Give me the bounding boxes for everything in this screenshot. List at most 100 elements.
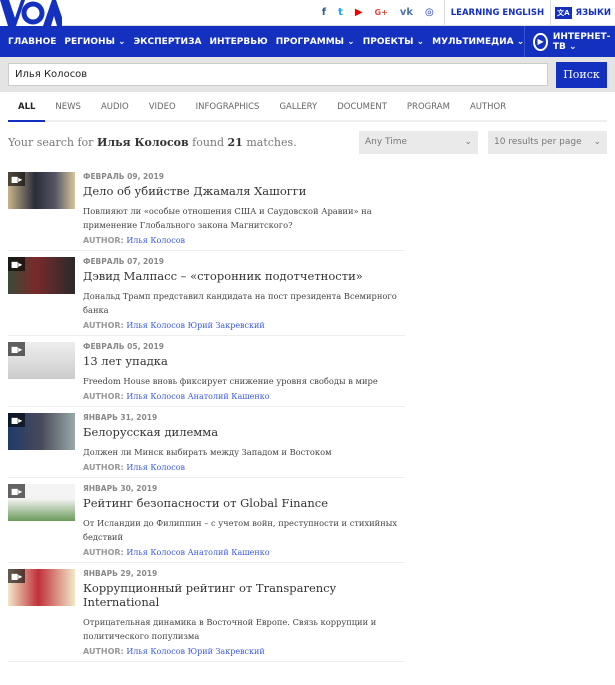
result-title[interactable]: Дело об убийстве Джамаля Хашогги bbox=[83, 184, 405, 198]
languages-button[interactable]: 文A ЯЗЫКИ bbox=[550, 0, 615, 26]
tab-infographics[interactable]: INFOGRAPHICS bbox=[186, 102, 270, 120]
summary-suffix: matches. bbox=[242, 135, 297, 149]
result-authors: AUTHOR: Илья Колосов Юрий Закревский bbox=[83, 647, 405, 656]
tab-news[interactable]: NEWS bbox=[45, 102, 91, 120]
search-bar: Илья Колосов Поиск bbox=[0, 57, 615, 92]
author-label: AUTHOR: bbox=[83, 392, 124, 401]
result-thumbnail[interactable]: ■▸ bbox=[8, 172, 75, 209]
summary-query: Илья Колосов bbox=[96, 135, 189, 149]
result-description: Freedom House вновь фиксирует снижение у… bbox=[83, 376, 378, 386]
tab-program[interactable]: PROGRAM bbox=[397, 102, 460, 120]
author-label: AUTHOR: bbox=[83, 236, 124, 245]
video-camera-icon: ■▸ bbox=[8, 413, 25, 427]
author-label: AUTHOR: bbox=[83, 321, 124, 330]
result-title[interactable]: Коррупционный рейтинг от Transparency In… bbox=[83, 581, 405, 609]
result-date: ФЕВРАЛЬ 09, 2019 bbox=[83, 172, 164, 181]
result-item: ■▸ ЯНВАРЬ 31, 2019 Белорусская дилемма Д… bbox=[8, 407, 405, 478]
languages-icon: 文A bbox=[555, 6, 572, 19]
video-camera-icon: ■▸ bbox=[8, 484, 25, 498]
instagram-icon[interactable]: ◎ bbox=[425, 7, 434, 18]
youtube-icon[interactable]: ▶ bbox=[355, 7, 363, 18]
video-camera-icon: ■▸ bbox=[8, 257, 25, 271]
author-link[interactable]: Илья Колосов Юрий Закревский bbox=[126, 647, 264, 656]
result-item: ■▸ ЯНВАРЬ 29, 2019 Коррупционный рейтинг… bbox=[8, 563, 405, 662]
result-item: ■▸ ФЕВРАЛЬ 05, 2019 13 лет упадка Freedo… bbox=[8, 336, 405, 407]
social-links: f t ▶ G+ vk ◎ bbox=[322, 7, 444, 18]
author-link[interactable]: Илья Колосов bbox=[126, 236, 185, 245]
result-date: ФЕВРАЛЬ 05, 2019 bbox=[83, 342, 164, 351]
result-title[interactable]: Белорусская дилемма bbox=[83, 425, 405, 439]
vk-icon[interactable]: vk bbox=[400, 7, 413, 18]
tab-author[interactable]: AUTHOR bbox=[460, 102, 516, 120]
result-thumbnail[interactable]: ■▸ bbox=[8, 342, 75, 379]
result-thumbnail[interactable]: ■▸ bbox=[8, 257, 75, 294]
nav-interview[interactable]: ИНТЕРВЬЮ bbox=[201, 37, 267, 47]
chevron-down-icon: ⌄ bbox=[464, 137, 472, 147]
facebook-icon[interactable]: f bbox=[322, 7, 326, 18]
author-link[interactable]: Илья Колосов bbox=[126, 463, 185, 472]
result-authors: AUTHOR: Илья Колосов Анатолий Кашенко bbox=[83, 392, 405, 401]
result-item: ■▸ ФЕВРАЛЬ 07, 2019 Дэвид Малпасс – «сто… bbox=[8, 251, 405, 336]
video-camera-icon: ■▸ bbox=[8, 569, 25, 583]
chevron-down-icon: ⌄ bbox=[593, 137, 601, 147]
languages-label: ЯЗЫКИ bbox=[575, 7, 611, 18]
result-authors: AUTHOR: Илья Колосов bbox=[83, 463, 405, 472]
internet-tv-button[interactable]: ▶ ИНТЕРНЕТ-ТВ ⌄ bbox=[524, 26, 615, 57]
result-title[interactable]: Дэвид Малпасс – «сторонник подотчетности… bbox=[83, 269, 405, 283]
author-label: AUTHOR: bbox=[83, 548, 124, 557]
author-link[interactable]: Илья Колосов Юрий Закревский bbox=[126, 321, 264, 330]
result-title[interactable]: Рейтинг безопасности от Global Finance bbox=[83, 496, 405, 510]
tab-document[interactable]: DOCUMENT bbox=[327, 102, 397, 120]
result-authors: AUTHOR: Илья Колосов Юрий Закревский bbox=[83, 321, 405, 330]
video-camera-icon: ■▸ bbox=[8, 342, 25, 356]
result-authors: AUTHOR: Илья Колосов bbox=[83, 236, 405, 245]
results-list: ■▸ ФЕВРАЛЬ 09, 2019 Дело об убийстве Джа… bbox=[8, 166, 405, 662]
result-description: Дональд Трамп представил кандидата на по… bbox=[83, 291, 397, 315]
result-description: Отрицательная динамика в Восточной Европ… bbox=[83, 617, 377, 641]
search-summary-row: Your search for Илья Колосов found 21 ma… bbox=[8, 130, 607, 154]
tab-gallery[interactable]: GALLERY bbox=[269, 102, 327, 120]
result-description: Должен ли Минск выбирать между Западом и… bbox=[83, 447, 332, 457]
nav-programs[interactable]: ПРОГРАММЫ ⌄ bbox=[268, 37, 355, 47]
tab-video[interactable]: VIDEO bbox=[139, 102, 186, 120]
tab-audio[interactable]: AUDIO bbox=[91, 102, 139, 120]
author-link[interactable]: Илья Колосов Анатолий Кашенко bbox=[126, 548, 269, 557]
result-thumbnail[interactable]: ■▸ bbox=[8, 569, 75, 606]
nav-regions[interactable]: РЕГИОНЫ ⌄ bbox=[56, 37, 125, 47]
search-summary: Your search for Илья Колосов found 21 ma… bbox=[8, 136, 297, 149]
nav-expertise[interactable]: ЭКСПЕРТИЗА bbox=[126, 37, 202, 47]
result-date: ЯНВАРЬ 30, 2019 bbox=[83, 484, 158, 493]
nav-multimedia[interactable]: МУЛЬТИМЕДИА ⌄ bbox=[424, 37, 524, 47]
learning-english-link[interactable]: LEARNING ENGLISH bbox=[443, 0, 550, 26]
author-label: AUTHOR: bbox=[83, 463, 124, 472]
time-filter-select[interactable]: Any Time ⌄ bbox=[359, 130, 478, 154]
tab-all[interactable]: ALL bbox=[8, 102, 46, 122]
play-icon: ▶ bbox=[533, 32, 548, 51]
result-item: ■▸ ЯНВАРЬ 30, 2019 Рейтинг безопасности … bbox=[8, 478, 405, 563]
author-link[interactable]: Илья Колосов Анатолий Кашенко bbox=[126, 392, 269, 401]
per-page-value: 10 results per page bbox=[494, 137, 582, 147]
per-page-select[interactable]: 10 results per page ⌄ bbox=[488, 130, 607, 154]
author-label: AUTHOR: bbox=[83, 647, 124, 656]
result-thumbnail[interactable]: ■▸ bbox=[8, 484, 75, 521]
result-thumbnail[interactable]: ■▸ bbox=[8, 413, 75, 450]
voa-logo[interactable] bbox=[0, 0, 62, 26]
google-plus-icon[interactable]: G+ bbox=[375, 8, 388, 17]
search-button[interactable]: Поиск bbox=[556, 61, 607, 88]
result-authors: AUTHOR: Илья Колосов Анатолий Кашенко bbox=[83, 548, 405, 557]
main-nav: ГЛАВНОЕ РЕГИОНЫ ⌄ ЭКСПЕРТИЗА ИНТЕРВЬЮ ПР… bbox=[0, 26, 615, 57]
search-input[interactable]: Илья Колосов bbox=[8, 63, 548, 86]
result-title[interactable]: 13 лет упадка bbox=[83, 354, 405, 368]
nav-projects[interactable]: ПРОЕКТЫ ⌄ bbox=[355, 37, 424, 47]
result-description: От Исландии до Филиппин – с учетом войн,… bbox=[83, 518, 398, 542]
summary-count: 21 bbox=[227, 135, 243, 149]
time-filter-value: Any Time bbox=[365, 137, 408, 147]
result-item: ■▸ ФЕВРАЛЬ 09, 2019 Дело об убийстве Джа… bbox=[8, 166, 405, 251]
internet-tv-label: ИНТЕРНЕТ-ТВ ⌄ bbox=[552, 31, 611, 52]
nav-home[interactable]: ГЛАВНОЕ bbox=[0, 37, 56, 47]
twitter-icon[interactable]: t bbox=[338, 7, 343, 18]
result-date: ЯНВАРЬ 31, 2019 bbox=[83, 413, 158, 422]
summary-mid: found bbox=[188, 135, 228, 149]
result-date: ЯНВАРЬ 29, 2019 bbox=[83, 569, 158, 578]
result-type-tabs: ALL NEWS AUDIO VIDEO INFOGRAPHICS GALLER… bbox=[8, 102, 607, 122]
